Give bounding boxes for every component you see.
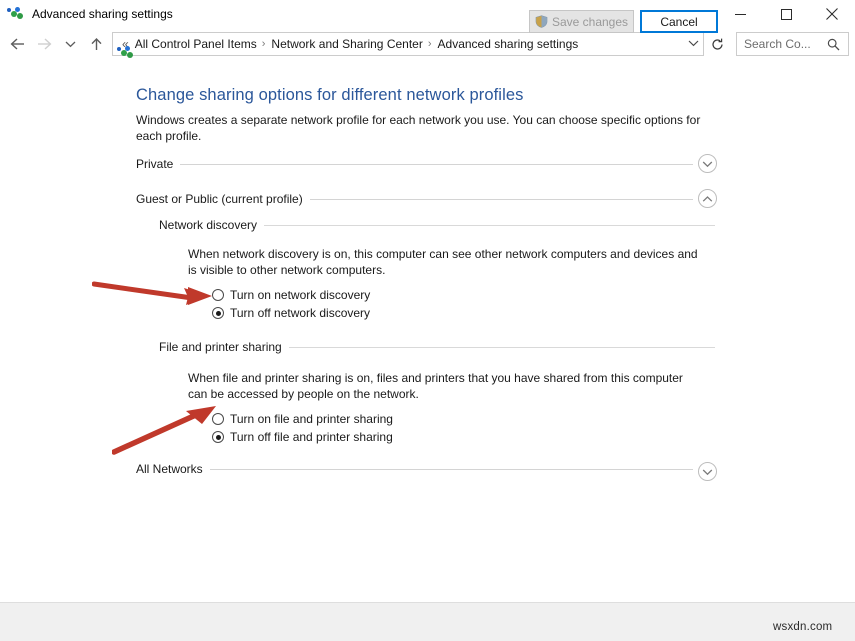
save-changes-label: Save changes [551, 14, 629, 29]
profile-label-guest-or-public: Guest or Public (current profile) [136, 192, 303, 206]
arrow-to-turn-on-file-and-printer-sharing [112, 406, 216, 455]
minimize-button[interactable] [717, 0, 763, 28]
breadcrumb-item-advanced-sharing-settings: Advanced sharing settings [437, 37, 579, 51]
footer-bar [0, 602, 855, 641]
breadcrumb-item-all-control-panel-items[interactable]: All Control Panel Items [133, 37, 259, 51]
chevron-up-icon [702, 195, 713, 202]
profile-header-all-networks[interactable]: All Networks [136, 462, 693, 476]
profile-toggle-guest-or-public[interactable] [698, 189, 717, 208]
address-bar[interactable]: « All Control Panel Items › Network and … [112, 32, 704, 58]
radio-icon[interactable] [212, 289, 224, 301]
section-description-network-discovery: When network discovery is on, this compu… [188, 247, 698, 277]
divider [180, 163, 693, 165]
divider [309, 198, 693, 200]
section-description-file-and-printer-sharing: When file and printer sharing is on, fil… [188, 371, 683, 401]
address-dropdown-icon[interactable] [683, 39, 703, 50]
radio-turn-off-network-discovery[interactable]: Turn off network discovery [212, 306, 370, 320]
page-description: Windows creates a separate network profi… [136, 113, 701, 143]
section-label-network-discovery: Network discovery [159, 218, 258, 232]
breadcrumb: « All Control Panel Items › Network and … [120, 37, 580, 51]
profile-toggle-private[interactable] [698, 154, 717, 173]
profile-label-private: Private [136, 157, 174, 171]
save-changes-button[interactable]: Save changes [529, 10, 634, 33]
radio-label: Turn on network discovery [230, 288, 371, 302]
search-placeholder: Search Co... [744, 37, 811, 51]
cancel-label: Cancel [660, 14, 698, 29]
divider [264, 224, 715, 226]
network-sharing-icon [7, 5, 25, 23]
up-button[interactable] [83, 31, 109, 57]
radio-turn-on-network-discovery[interactable]: Turn on network discovery [212, 288, 370, 302]
chevron-down-icon [702, 469, 713, 475]
arrow-to-turn-on-network-discovery [92, 281, 212, 305]
window-title: Advanced sharing settings [32, 7, 173, 21]
profile-header-guest-or-public[interactable]: Guest or Public (current profile) [136, 192, 693, 206]
radio-turn-on-file-and-printer-sharing[interactable]: Turn on file and printer sharing [212, 412, 393, 426]
close-button[interactable] [809, 0, 855, 28]
breadcrumb-item-network-and-sharing-center[interactable]: Network and Sharing Center [269, 37, 424, 51]
profile-header-private[interactable]: Private [136, 157, 693, 171]
watermark: wsxdn.com [773, 621, 833, 633]
uac-shield-icon [535, 15, 548, 28]
breadcrumb-separator-icon[interactable]: › [259, 38, 270, 50]
advanced-sharing-settings-window: Advanced sharing settings « All Control … [0, 0, 855, 641]
content-pane: Change sharing options for different net… [0, 60, 855, 602]
radio-label: Turn off network discovery [230, 306, 371, 320]
back-button[interactable] [5, 31, 31, 57]
radio-turn-off-file-and-printer-sharing[interactable]: Turn off file and printer sharing [212, 430, 393, 444]
refresh-button[interactable] [706, 33, 728, 55]
maximize-button[interactable] [763, 0, 809, 28]
page-title: Change sharing options for different net… [136, 86, 524, 104]
search-icon[interactable] [827, 38, 848, 51]
chevron-down-icon [702, 161, 713, 167]
radio-label: Turn on file and printer sharing [230, 412, 393, 426]
navigation-bar: « All Control Panel Items › Network and … [0, 28, 855, 60]
breadcrumb-separator-icon[interactable]: › [425, 38, 436, 50]
recent-locations-button[interactable] [57, 31, 83, 57]
section-label-file-and-printer-sharing: File and printer sharing [159, 340, 282, 354]
radio-icon[interactable] [212, 413, 224, 425]
cancel-button[interactable]: Cancel [640, 10, 718, 33]
radio-icon[interactable] [212, 431, 224, 443]
section-header-file-and-printer-sharing: File and printer sharing [159, 340, 715, 354]
search-input[interactable]: Search Co... [736, 32, 849, 56]
section-header-network-discovery: Network discovery [159, 218, 715, 232]
radio-icon[interactable] [212, 307, 224, 319]
divider [209, 468, 693, 470]
forward-button[interactable] [31, 31, 57, 57]
profile-label-all-networks: All Networks [136, 462, 203, 476]
profile-toggle-all-networks[interactable] [698, 462, 717, 481]
window-controls [717, 0, 855, 28]
divider [288, 346, 715, 348]
radio-label: Turn off file and printer sharing [230, 430, 393, 444]
title-bar: Advanced sharing settings [0, 0, 855, 28]
